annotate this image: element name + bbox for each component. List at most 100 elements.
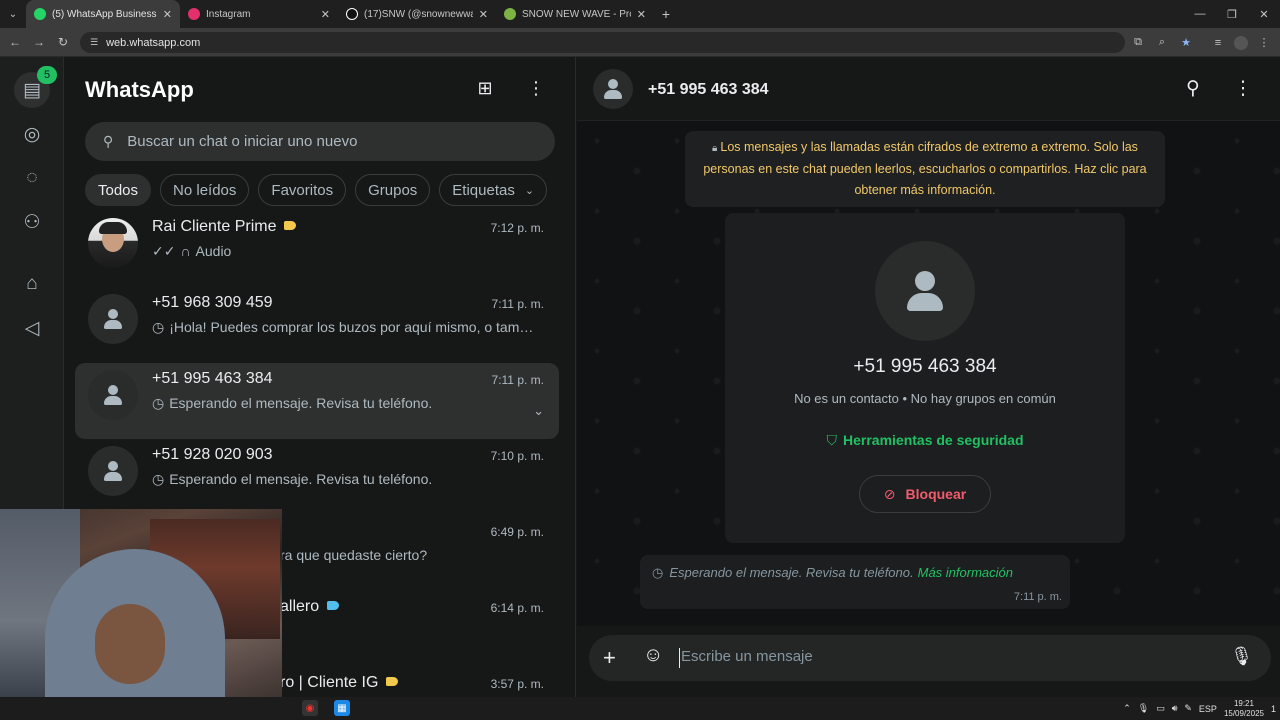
menu-kebab-icon[interactable]: ⋮ — [524, 78, 548, 99]
clock[interactable]: 19:21 15/09/2025 — [1224, 699, 1264, 719]
app-title: WhatsApp — [85, 77, 194, 102]
filter-labels[interactable]: Etiquetas ⌄ — [439, 174, 548, 206]
security-tools-link[interactable]: ⛉ Herramientas de seguridad — [725, 432, 1125, 449]
browser-tab-whatsapp[interactable]: (5) WhatsApp Business ✕ — [26, 0, 180, 28]
browser-tab-snow-new-wave[interactable]: SNOW NEW WAVE - Productos ✕ — [496, 0, 654, 28]
browser-tab-instagram[interactable]: Instagram ✕ — [180, 0, 338, 28]
menu-kebab-icon[interactable]: ⋮ — [1231, 77, 1255, 100]
filter-groups[interactable]: Grupos — [355, 174, 431, 206]
minimize-icon[interactable]: — — [1184, 0, 1216, 28]
new-tab-button[interactable]: + — [654, 6, 678, 22]
filter-chips: Todos No leídos Favoritos Grupos Etiquet… — [85, 174, 548, 206]
emoji-sticker-icon[interactable]: ☺ — [643, 644, 663, 667]
status-icon[interactable]: ◎ — [14, 116, 50, 152]
restore-icon[interactable]: ❐ — [1216, 0, 1248, 28]
calculator-app-icon[interactable]: ▦ — [334, 700, 350, 716]
chevron-up-icon[interactable]: ⌃ — [1123, 703, 1131, 714]
bookmark-star-icon[interactable]: ★ — [1178, 36, 1194, 49]
reload-icon[interactable]: ↻ — [51, 35, 75, 49]
chat-preview: ¡Hola! Puedes comprar los buzos por aquí… — [169, 319, 538, 335]
profile-avatar[interactable] — [1234, 35, 1248, 50]
microphone-icon[interactable]: 🎙︎ — [1230, 646, 1253, 667]
chat-name: +51 968 309 459 — [152, 294, 273, 311]
filter-unread[interactable]: No leídos — [160, 174, 250, 206]
chevron-down-icon[interactable]: ⌄ — [533, 403, 544, 419]
person-icon — [103, 309, 123, 329]
zoom-icon[interactable]: ⌕ — [1154, 36, 1170, 49]
chat-row[interactable]: Rai Cliente Prime 7:12 p. m. ✓✓ ∩ Audio — [75, 211, 559, 287]
forward-icon[interactable]: → — [27, 35, 51, 49]
browser-menu-icon[interactable]: ⋮ — [1256, 36, 1272, 49]
encryption-notice[interactable]: 🔒︎ Los mensajes y las llamadas están cifr… — [685, 131, 1165, 207]
channels-icon[interactable]: ◌ — [14, 160, 50, 196]
contact-name: +51 995 463 384 — [853, 356, 997, 377]
person-icon — [103, 385, 123, 405]
chat-time: 6:49 p. m. — [490, 525, 544, 539]
chat-row-selected[interactable]: +51 995 463 384 7:11 p. m. ◷ Esperando el… — [75, 363, 559, 439]
message-input[interactable]: Escribe un mensaje — [679, 648, 813, 668]
network-icon[interactable]: ▭ — [1156, 703, 1165, 714]
block-button[interactable]: ⊘ Bloquear — [859, 475, 991, 513]
close-tab-icon[interactable]: ✕ — [479, 8, 488, 21]
waiting-message-bubble: ◷ Esperando el mensaje. Revisa tu teléfon… — [640, 555, 1070, 609]
avatar — [88, 218, 138, 268]
install-app-icon[interactable]: ⧉ — [1130, 36, 1146, 49]
volume-icon[interactable]: 🔊︎ — [1172, 703, 1178, 714]
new-chat-icon[interactable]: ⊞ — [473, 78, 497, 99]
composer: + ☺ Escribe un mensaje 🎙︎ — [577, 626, 1280, 697]
back-icon[interactable]: ← — [3, 35, 27, 49]
close-tab-icon[interactable]: ✕ — [637, 8, 646, 21]
toolbar-actions: ⧉ ⌕ ★ ≡ ⋮ — [1130, 28, 1272, 57]
person-icon — [905, 271, 945, 311]
chat-name: +51 928 020 903 — [152, 446, 273, 463]
address-bar[interactable]: ☰ web.whatsapp.com — [80, 32, 1125, 53]
clock-icon: ◷ — [652, 565, 664, 580]
avatar[interactable] — [593, 69, 633, 109]
shield-icon: ⛉ — [826, 432, 837, 448]
headphones-icon: ∩ — [180, 243, 191, 259]
webcam-overlay — [0, 509, 282, 697]
instagram-favicon-icon — [188, 8, 200, 20]
label-tag-icon — [327, 601, 340, 610]
chat-name: allero — [280, 598, 320, 615]
browser-tab-tiktok[interactable]: (17)SNW (@snownewwave) | Ti ✕ — [338, 0, 496, 28]
label-tag-icon — [284, 221, 297, 230]
avatar — [88, 446, 138, 496]
language-indicator[interactable]: ESP — [1199, 704, 1217, 714]
microphone-icon[interactable]: 🎙︎ — [1138, 703, 1149, 714]
close-window-icon[interactable]: ✕ — [1248, 0, 1280, 28]
site-info-icon[interactable]: ☰ — [90, 37, 98, 48]
whatsapp-favicon-icon — [34, 8, 46, 20]
filter-favorites[interactable]: Favoritos — [258, 174, 347, 206]
catalog-icon[interactable]: ⌂ — [14, 266, 50, 302]
chat-time: 7:12 p. m. — [490, 221, 544, 235]
reading-list-icon[interactable]: ≡ — [1210, 37, 1226, 49]
attach-plus-icon[interactable]: + — [603, 645, 616, 671]
search-icon[interactable]: ⚲ — [1181, 77, 1205, 100]
close-tab-icon[interactable]: ✕ — [321, 8, 330, 21]
avatar — [88, 294, 138, 344]
filter-all[interactable]: Todos — [85, 174, 152, 206]
message-area: 🔒︎ Los mensajes y las llamadas están cifr… — [577, 121, 1280, 626]
chat-row[interactable]: +51 968 309 459 7:11 p. m. ◷ ¡Hola! Puede… — [75, 287, 559, 363]
communities-icon[interactable]: ⚇ — [14, 204, 50, 240]
more-info-link[interactable]: Más información — [918, 565, 1013, 580]
chevron-down-icon: ⌄ — [524, 184, 535, 197]
chat-header[interactable]: +51 995 463 384 ⚲ ⋮ — [577, 57, 1280, 121]
close-tab-icon[interactable]: ✕ — [163, 8, 172, 21]
chat-preview: Audio — [195, 243, 232, 259]
notifications-icon[interactable]: 1 — [1271, 704, 1276, 714]
system-tray: ⌃ 🎙︎ ▭ 🔊︎ ✎ ESP 19:21 15/09/2025 1 — [1123, 697, 1276, 720]
label-tag-icon — [386, 677, 399, 686]
advertise-icon[interactable]: ◁ — [14, 310, 50, 346]
contact-info-card: +51 995 463 384 No es un contacto • No h… — [725, 213, 1125, 543]
chat-header-name[interactable]: +51 995 463 384 — [648, 81, 769, 99]
record-app-icon[interactable]: ◉ — [302, 700, 318, 716]
pen-icon[interactable]: ✎ — [1184, 703, 1192, 714]
search-input[interactable]: ⚲ Buscar un chat o iniciar uno nuevo — [85, 122, 555, 161]
tab-search-icon[interactable]: ⌄ — [0, 0, 26, 28]
chat-time: 3:57 p. m. — [490, 677, 544, 691]
lock-icon: 🔒︎ — [712, 143, 718, 154]
chat-row[interactable]: +51 928 020 903 7:10 p. m. ◷ Esperando el… — [75, 439, 559, 515]
person-icon — [103, 461, 123, 481]
